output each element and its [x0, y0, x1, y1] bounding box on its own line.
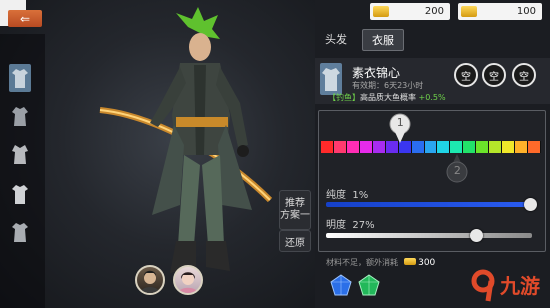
- purity-label-row: 纯度 1%: [326, 186, 368, 201]
- color-swatch[interactable]: [515, 141, 528, 153]
- color-swatch[interactable]: [502, 141, 516, 153]
- green-gem-icon: [358, 274, 380, 296]
- color-swatch[interactable]: [359, 141, 373, 153]
- sidebar-outfit-2[interactable]: [9, 102, 31, 130]
- character-preview-scene: ‹ ⇐ 推荐 方案一 还原: [0, 0, 315, 308]
- silver-amount: 100: [516, 6, 536, 17]
- recommend-scheme-button[interactable]: 推荐 方案一: [279, 190, 311, 230]
- return-tab[interactable]: ⇐: [8, 10, 42, 27]
- character-portrait-icon: [178, 272, 198, 293]
- gold-ingot-icon: [373, 6, 389, 17]
- color-swatch[interactable]: [411, 141, 425, 153]
- slot-label: 空: [519, 71, 529, 83]
- purity-slider[interactable]: [326, 202, 532, 207]
- marker-2-label: 2: [453, 164, 461, 177]
- restore-button[interactable]: 还原: [279, 230, 311, 252]
- watermark-logo-icon: [471, 269, 495, 302]
- color-swatch[interactable]: [489, 141, 503, 153]
- shortage-text: 材料不足，额外消耗: [326, 258, 398, 267]
- bonus-text: 高品质大鱼概率: [360, 93, 416, 102]
- brightness-label: 明度: [326, 220, 346, 231]
- color-swatch[interactable]: [321, 141, 334, 153]
- color-swatch[interactable]: [346, 141, 360, 153]
- character-model: [99, 7, 273, 273]
- tab-hair-label: 头发: [325, 33, 347, 46]
- color-swatch[interactable]: [333, 141, 347, 153]
- armor-icon: [12, 145, 28, 164]
- empty-slot-1[interactable]: 空: [454, 63, 478, 87]
- brightness-value: 27%: [352, 220, 375, 231]
- outfit-validity: 有效期：6天23小时: [352, 81, 424, 90]
- currency-gold: 200: [370, 3, 450, 20]
- color-marker-2[interactable]: 2: [446, 148, 468, 184]
- color-swatch[interactable]: [476, 141, 490, 153]
- green-dye-item[interactable]: [358, 274, 380, 296]
- tab-hair[interactable]: 头发: [318, 29, 354, 49]
- blue-dye-item[interactable]: [330, 274, 352, 296]
- left-arrow-icon: ⇐: [19, 11, 31, 26]
- shortage-cost: 300: [418, 258, 436, 268]
- outfit-name: 素衣锦心: [352, 66, 401, 80]
- empty-slot-2[interactable]: 空: [482, 63, 506, 87]
- gold-ingot-icon: [403, 258, 416, 265]
- tab-clothes[interactable]: 衣服: [362, 29, 404, 51]
- bonus-value: +0.5%: [418, 93, 446, 102]
- color-swatch[interactable]: [424, 141, 438, 153]
- site-watermark: 九游: [470, 268, 546, 304]
- brightness-slider[interactable]: [326, 233, 532, 238]
- tunic-icon: [12, 223, 28, 242]
- robe-icon: [12, 107, 28, 126]
- companion-avatar-2[interactable]: [173, 265, 203, 295]
- slot-label: 空: [461, 71, 471, 83]
- tab-clothes-label: 衣服: [372, 34, 394, 47]
- coat-icon: [12, 185, 28, 204]
- shirt-icon: [12, 69, 28, 88]
- color-palette[interactable]: [321, 141, 541, 153]
- blue-gem-icon: [330, 274, 352, 296]
- sidebar-outfit-3[interactable]: [9, 140, 31, 168]
- bonus-tag: 【钓鱼】: [328, 93, 360, 102]
- gold-amount: 200: [424, 6, 444, 17]
- outfit-thumbnail: [320, 63, 342, 95]
- gold-ingot-icon: [461, 6, 477, 17]
- brightness-label-row: 明度 27%: [326, 216, 375, 231]
- companion-avatar-1[interactable]: [135, 265, 165, 295]
- purity-slider-handle[interactable]: [523, 198, 537, 211]
- currency-silver: 100: [458, 3, 542, 20]
- color-swatch[interactable]: [528, 141, 541, 153]
- scheme-label: 方案一: [280, 210, 310, 221]
- purity-value: 1%: [352, 190, 369, 201]
- marker-1-label: 1: [396, 116, 404, 129]
- color-swatch[interactable]: [372, 141, 386, 153]
- character-portrait-icon: [140, 270, 160, 293]
- shirt-icon: [322, 68, 340, 91]
- outfit-sidebar: [0, 34, 45, 308]
- svg-text:九游: 九游: [500, 274, 540, 298]
- empty-slot-3[interactable]: 空: [512, 63, 536, 87]
- sidebar-outfit-1[interactable]: [9, 64, 31, 92]
- outfit-bonus: 【钓鱼】高品质大鱼概率 +0.5%: [328, 92, 446, 103]
- sidebar-outfit-4[interactable]: [9, 180, 31, 208]
- recommend-label: 推荐: [285, 198, 305, 209]
- watermark-text-icon: 九游: [500, 274, 540, 298]
- slot-label: 空: [489, 71, 499, 83]
- purity-label: 纯度: [326, 190, 346, 201]
- color-marker-1[interactable]: 1: [389, 113, 411, 149]
- material-shortage-row: 材料不足，额外消耗 300: [326, 257, 435, 268]
- sidebar-outfit-5[interactable]: [9, 218, 31, 246]
- restore-label: 还原: [285, 237, 305, 249]
